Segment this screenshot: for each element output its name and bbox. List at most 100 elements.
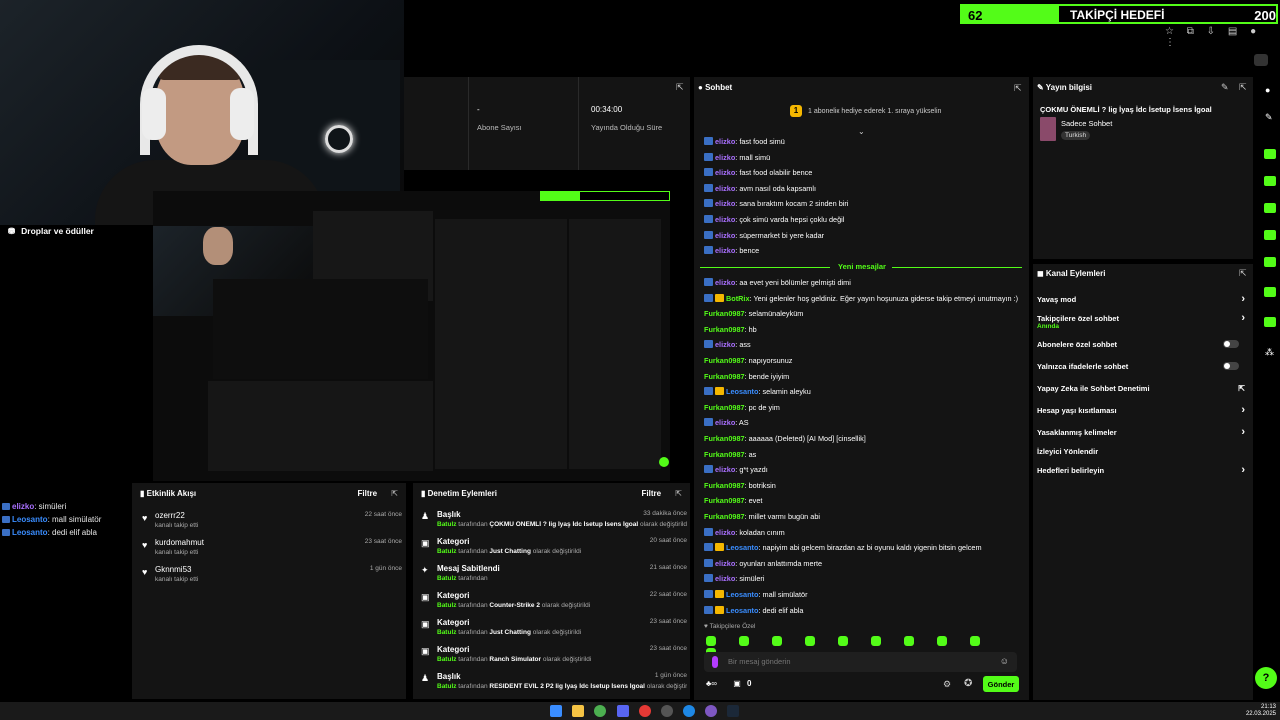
popout-icon[interactable]: ⇱ xyxy=(1239,268,1247,279)
channel-action-item[interactable]: Yasaklanmış kelimeler › xyxy=(1037,426,1249,438)
chat-username[interactable]: Furkan0987 xyxy=(704,496,745,505)
moderator-name[interactable]: Batulz xyxy=(437,656,457,663)
obs-icon[interactable] xyxy=(661,705,673,717)
chevron-right-icon[interactable]: › xyxy=(1241,404,1245,416)
follower-name[interactable]: ozerrr22 xyxy=(155,511,185,520)
points-icon[interactable]: ▣ xyxy=(733,679,741,688)
emote-icon[interactable] xyxy=(937,636,947,646)
chat-username[interactable]: elizko xyxy=(715,215,735,224)
chat-username[interactable]: Furkan0987 xyxy=(704,481,745,490)
filter-button[interactable]: Filtre xyxy=(642,489,662,498)
file-explorer-icon[interactable] xyxy=(572,705,584,717)
chevron-right-icon[interactable]: › xyxy=(1241,426,1245,438)
emote-icon[interactable] xyxy=(706,636,716,646)
chat-username[interactable]: elizko xyxy=(715,465,735,474)
chat-username[interactable]: elizko xyxy=(715,559,735,568)
popout-icon[interactable]: ⇱ xyxy=(675,489,682,498)
network-icon[interactable]: ⁂ xyxy=(1265,347,1275,357)
chat-username[interactable]: Leosanto xyxy=(726,606,758,615)
channel-action-item[interactable]: İzleyici Yönlendir xyxy=(1037,447,1249,456)
channel-action-item[interactable]: Yavaş mod › xyxy=(1037,293,1249,305)
moderator-icon[interactable]: ✪ xyxy=(964,678,972,689)
steam-icon[interactable] xyxy=(727,705,739,717)
chat-username[interactable]: Furkan0987 xyxy=(704,309,745,318)
windows-start-icon[interactable] xyxy=(550,705,562,717)
chevron-right-icon[interactable]: › xyxy=(1241,293,1245,305)
chat-username[interactable]: elizko xyxy=(715,199,735,208)
chat-username[interactable]: Leosanto xyxy=(726,387,758,396)
menu-icon[interactable]: ⋮ xyxy=(1165,37,1175,48)
chat-username[interactable]: elizko xyxy=(715,246,735,255)
resize-icon[interactable] xyxy=(1264,257,1276,267)
chat-username[interactable]: elizko xyxy=(715,153,735,162)
chat-username[interactable]: Furkan0987 xyxy=(704,403,745,412)
moderator-name[interactable]: Batulz xyxy=(437,629,457,636)
wrench-icon[interactable] xyxy=(1264,317,1276,327)
chevron-right-icon[interactable]: › xyxy=(1241,312,1245,324)
send-button[interactable]: Gönder xyxy=(983,676,1019,692)
chat-username[interactable]: Leosanto xyxy=(726,590,758,599)
follower-name[interactable]: Gknnmi53 xyxy=(155,565,191,574)
chat-username[interactable]: elizko xyxy=(715,528,735,537)
chat-input[interactable] xyxy=(728,657,988,666)
layout-icon[interactable] xyxy=(1264,287,1276,297)
gear-icon[interactable]: ⚙ xyxy=(943,679,951,690)
category-name[interactable]: Sadece Sohbet xyxy=(1061,119,1112,128)
sidebar-icon[interactable]: ▤ xyxy=(1228,26,1237,37)
channel-action-item[interactable]: Takipçilere özel sohbet Anında › xyxy=(1037,312,1249,330)
external-link-icon[interactable]: ⇱ xyxy=(1238,384,1245,393)
chrome-icon[interactable] xyxy=(594,705,606,717)
moderator-name[interactable]: Batulz xyxy=(437,548,457,555)
emote-icon[interactable] xyxy=(838,636,848,646)
help-icon[interactable]: ? xyxy=(1255,667,1277,689)
filter-button[interactable]: Filtre xyxy=(358,489,378,498)
chat-username[interactable]: elizko xyxy=(715,168,735,177)
profile-icon[interactable]: ● xyxy=(1250,26,1256,37)
popout-icon[interactable]: ⇱ xyxy=(391,489,398,498)
tool-icon[interactable] xyxy=(1264,149,1276,159)
moderator-name[interactable]: Batulz xyxy=(437,602,457,609)
people-icon[interactable]: ♣∞ xyxy=(706,679,717,688)
channel-action-item[interactable]: Hesap yaşı kısıtlaması › xyxy=(1037,404,1249,416)
chat-username[interactable]: Furkan0987 xyxy=(704,450,745,459)
emote-icon[interactable] xyxy=(772,636,782,646)
system-clock[interactable]: 21:13 22.03.2025 xyxy=(1246,704,1276,718)
emote-icon[interactable] xyxy=(805,636,815,646)
chat-username[interactable]: elizko xyxy=(715,184,735,193)
opera-icon[interactable] xyxy=(639,705,651,717)
chevron-down-icon[interactable]: ⌄ xyxy=(858,127,865,136)
chat-username[interactable]: Leosanto xyxy=(726,543,758,552)
lightning-icon[interactable] xyxy=(1264,176,1276,186)
chat-username[interactable]: elizko xyxy=(715,418,735,427)
emote-icon[interactable] xyxy=(871,636,881,646)
chat-input-box[interactable]: ☺ xyxy=(704,652,1017,672)
chat-username[interactable]: elizko xyxy=(715,574,735,583)
channel-action-item[interactable]: Abonelere özel sohbet xyxy=(1037,340,1249,349)
chat-username[interactable]: Furkan0987 xyxy=(704,356,745,365)
toggle-switch[interactable] xyxy=(1223,362,1239,370)
avatar[interactable] xyxy=(1254,54,1268,66)
clipboard-icon[interactable] xyxy=(1264,203,1276,213)
chat-username[interactable]: Furkan0987 xyxy=(704,512,745,521)
toggle-switch[interactable] xyxy=(1223,340,1239,348)
chat-username[interactable]: BotRix xyxy=(726,294,750,303)
edge-icon[interactable] xyxy=(683,705,695,717)
channel-action-item[interactable]: Yalnızca ifadelerle sohbet xyxy=(1037,362,1249,371)
emoji-icon[interactable]: ☺ xyxy=(1000,656,1009,666)
chat-username[interactable]: elizko xyxy=(715,278,735,287)
emote-icon[interactable] xyxy=(970,636,980,646)
app-icon[interactable] xyxy=(705,705,717,717)
star-icon[interactable]: ☆ xyxy=(1165,26,1174,37)
emote-icon[interactable] xyxy=(904,636,914,646)
download-icon[interactable]: ⇩ xyxy=(1207,26,1215,37)
edit-icon[interactable]: ✎ xyxy=(1221,82,1229,93)
popout-icon[interactable]: ⇱ xyxy=(1239,82,1247,93)
chat-username[interactable]: Furkan0987 xyxy=(704,372,745,381)
chat-username[interactable]: Furkan0987 xyxy=(704,434,745,443)
chat-username[interactable]: elizko xyxy=(715,137,735,146)
channel-action-item[interactable]: Yapay Zeka ile Sohbet Denetimi ⇱ xyxy=(1037,384,1249,393)
chat-username[interactable]: elizko xyxy=(715,231,735,240)
info-icon[interactable]: ● xyxy=(1265,85,1275,95)
moderator-name[interactable]: Batulz xyxy=(437,575,457,582)
channel-action-item[interactable]: Hedefleri belirleyin › xyxy=(1037,464,1249,476)
